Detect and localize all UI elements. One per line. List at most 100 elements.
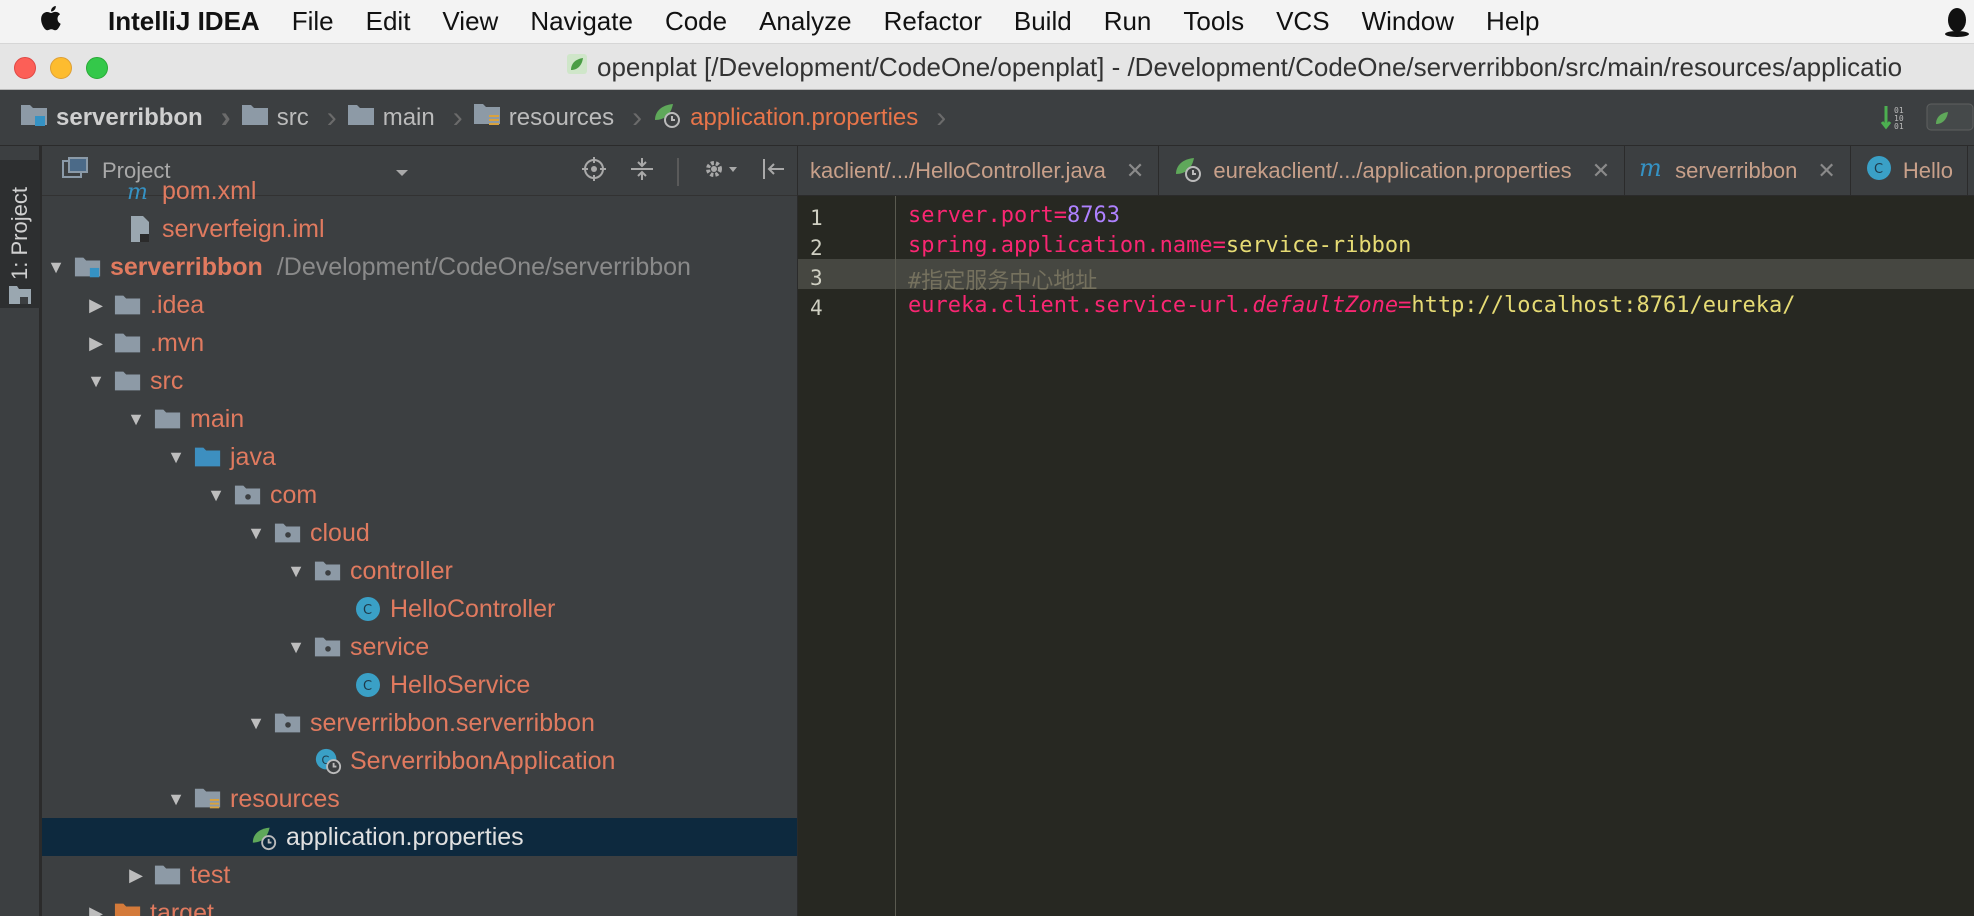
tab-serverribbon-pom[interactable]: m serverribbon ✕ <box>1625 146 1851 195</box>
close-window-button[interactable] <box>14 57 36 79</box>
menu-vcs[interactable]: VCS <box>1260 6 1345 37</box>
tree-item-cloud[interactable]: ▼ cloud <box>42 514 797 552</box>
tree-item-idea[interactable]: ▶ .idea <box>42 286 797 324</box>
breadcrumb-resources[interactable]: resources › <box>473 101 652 135</box>
java-class-icon: C <box>354 672 382 698</box>
tab-hello[interactable]: C Hello <box>1851 146 1968 195</box>
tree-item-label: application.properties <box>286 822 524 851</box>
menu-help[interactable]: Help <box>1470 6 1555 37</box>
menu-edit[interactable]: Edit <box>350 6 427 37</box>
breadcrumb-application-properties[interactable]: application.properties › <box>652 100 956 135</box>
package-icon <box>274 520 302 546</box>
module-folder-icon <box>74 254 102 280</box>
window-title: openplat [/Development/CodeOne/openplat]… <box>565 52 1902 83</box>
tree-item-serverribbon-package[interactable]: ▼ serverribbon.serverribbon <box>42 704 797 742</box>
tree-item-service[interactable]: ▼ service <box>42 628 797 666</box>
tree-item-main[interactable]: ▼ main <box>42 400 797 438</box>
expanded-arrow-icon[interactable]: ▼ <box>164 789 188 810</box>
expanded-arrow-icon[interactable]: ▼ <box>284 637 308 658</box>
expanded-arrow-icon[interactable]: ▼ <box>44 257 68 278</box>
code-line-2[interactable]: spring.application.name=service-ribbon <box>908 233 1411 258</box>
run-configuration-icon[interactable] <box>1926 102 1974 139</box>
tree-item-serverribbonapplication[interactable]: C ServerribbonApplication <box>42 742 797 780</box>
window-title-text: openplat [/Development/CodeOne/openplat]… <box>597 52 1903 82</box>
expanded-arrow-icon[interactable]: ▼ <box>164 447 188 468</box>
tree-item-java[interactable]: ▼ java <box>42 438 797 476</box>
folder-icon <box>114 330 142 356</box>
excluded-folder-icon <box>114 900 142 916</box>
folder-icon <box>114 368 142 394</box>
collapsed-arrow-icon[interactable]: ▶ <box>84 333 108 354</box>
code-line-3[interactable]: #指定服务中心地址 <box>908 263 1097 295</box>
tree-item-pom-xml[interactable]: m pom.xml <box>42 172 797 210</box>
tree-item-label: src <box>150 366 184 395</box>
tree-item-target[interactable]: ▶ target <box>42 894 797 916</box>
property-key-italic: defaultZone <box>1252 293 1399 318</box>
menu-build[interactable]: Build <box>998 6 1088 37</box>
menu-app-name[interactable]: IntelliJ IDEA <box>60 6 276 37</box>
tree-item-serverribbon[interactable]: ▼ serverribbon /Development/CodeOne/serv… <box>42 248 797 286</box>
expanded-arrow-icon[interactable]: ▼ <box>244 523 268 544</box>
menu-analyze[interactable]: Analyze <box>743 6 868 37</box>
line-number: 2 <box>810 236 823 260</box>
tree-item-resources[interactable]: ▼ resources <box>42 780 797 818</box>
code-line-4[interactable]: eureka.client.service-url.defaultZone=ht… <box>908 293 1795 318</box>
binary-sort-icon[interactable]: 01 10 01 <box>1880 102 1910 139</box>
breadcrumb-separator-icon: › <box>326 100 337 134</box>
tree-item-serverfeign-iml[interactable]: serverfeign.iml <box>42 210 797 248</box>
tab-eurekaclient-application-properties[interactable]: eurekaclient/.../application.properties … <box>1159 146 1626 195</box>
menu-refactor[interactable]: Refactor <box>868 6 998 37</box>
tree-item-label: serverribbon <box>110 252 263 281</box>
menu-view[interactable]: View <box>426 6 514 37</box>
property-key: eureka.client.service-url. <box>908 293 1253 318</box>
qq-penguin-icon[interactable] <box>1940 6 1974 38</box>
expanded-arrow-icon[interactable]: ▼ <box>124 409 148 430</box>
folder-icon <box>154 862 182 888</box>
breadcrumb-src[interactable]: src › <box>241 101 347 135</box>
minimize-window-button[interactable] <box>50 57 72 79</box>
editor-tabs: kaclient/.../HelloController.java ✕ eure… <box>798 146 1974 196</box>
tab-label: kaclient/.../HelloController.java <box>810 157 1106 183</box>
iml-file-icon <box>126 216 154 242</box>
menu-run[interactable]: Run <box>1088 6 1168 37</box>
source-folder-icon <box>194 444 222 470</box>
tab-hellocontroller-java[interactable]: kaclient/.../HelloController.java ✕ <box>798 146 1160 195</box>
menu-window[interactable]: Window <box>1346 6 1470 37</box>
breadcrumb-main[interactable]: main › <box>347 101 473 135</box>
expanded-arrow-icon[interactable]: ▼ <box>284 561 308 582</box>
menu-file[interactable]: File <box>276 6 350 37</box>
expanded-arrow-icon[interactable]: ▼ <box>244 713 268 734</box>
folder-icon <box>154 406 182 432</box>
tree-item-helloservice[interactable]: C HelloService <box>42 666 797 704</box>
breadcrumb-label: serverribbon <box>56 103 203 131</box>
collapsed-arrow-icon[interactable]: ▶ <box>84 903 108 916</box>
property-value: service-ribbon <box>1225 233 1412 258</box>
tree-item-controller[interactable]: ▼ controller <box>42 552 797 590</box>
breadcrumb-label: main <box>382 103 435 131</box>
breadcrumb-serverribbon[interactable]: serverribbon › <box>20 101 241 135</box>
tree-item-hellocontroller[interactable]: C HelloController <box>42 590 797 628</box>
tree-item-com[interactable]: ▼ com <box>42 476 797 514</box>
property-value: http://localhost:8761/eureka/ <box>1411 293 1796 318</box>
close-icon[interactable]: ✕ <box>1126 158 1144 184</box>
zoom-window-button[interactable] <box>86 57 108 79</box>
tree-item-application-properties[interactable]: application.properties <box>42 818 797 856</box>
project-tab-icon <box>8 284 32 311</box>
tree-item-label: java <box>230 442 276 471</box>
menu-tools[interactable]: Tools <box>1167 6 1260 37</box>
menu-navigate[interactable]: Navigate <box>514 6 649 37</box>
project-tool-window-tab[interactable]: 1: Project <box>0 160 40 308</box>
tree-item-mvn[interactable]: ▶ .mvn <box>42 324 797 362</box>
tree-item-src[interactable]: ▼ src <box>42 362 797 400</box>
expanded-arrow-icon[interactable]: ▼ <box>84 371 108 392</box>
equals-sign: = <box>1053 203 1067 228</box>
close-icon[interactable]: ✕ <box>1592 158 1610 184</box>
menu-code[interactable]: Code <box>649 6 743 37</box>
collapsed-arrow-icon[interactable]: ▶ <box>84 295 108 316</box>
tree-item-test[interactable]: ▶ test <box>42 856 797 894</box>
apple-menu-icon[interactable] <box>0 4 61 39</box>
code-line-1[interactable]: server.port=8763 <box>908 203 1120 228</box>
close-icon[interactable]: ✕ <box>1817 158 1835 184</box>
collapsed-arrow-icon[interactable]: ▶ <box>124 865 148 886</box>
expanded-arrow-icon[interactable]: ▼ <box>204 485 228 506</box>
